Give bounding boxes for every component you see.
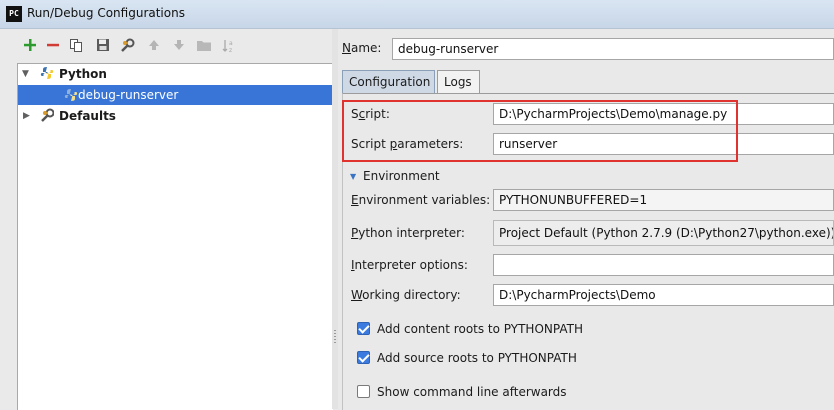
arrow-down-icon	[174, 40, 184, 50]
add-config-button[interactable]	[22, 38, 38, 54]
script-parameters-label: Script parameters:	[351, 137, 464, 151]
minus-icon	[47, 43, 59, 47]
svg-text:a: a	[229, 40, 233, 47]
interpreter-options-label: Interpreter options:	[351, 258, 468, 272]
window-title: Run/Debug Configurations	[27, 6, 185, 20]
script-parameters-field[interactable]: runserver	[493, 133, 834, 155]
collapsed-arrow-icon[interactable]: ▶	[23, 106, 30, 126]
tree-label-defaults: Defaults	[59, 109, 116, 123]
configuration-editor: Name: debug-runserver Configuration Logs…	[338, 29, 834, 410]
interpreter-options-field[interactable]	[493, 254, 834, 276]
arrow-up-icon	[149, 40, 159, 50]
script-path-field[interactable]: D:\PycharmProjects\Demo\manage.py	[493, 103, 834, 125]
folder-button[interactable]	[196, 38, 212, 54]
move-up-button[interactable]	[146, 38, 162, 54]
add-source-roots-label: Add source roots to PYTHONPATH	[377, 351, 577, 365]
name-field[interactable]: debug-runserver	[392, 38, 834, 60]
tree-item-python[interactable]: ▼ Python	[18, 64, 332, 84]
show-command-line-label: Show command line afterwards	[377, 385, 567, 399]
python-interpreter-select[interactable]: Project Default (Python 2.7.9 (D:\Python…	[493, 220, 834, 246]
add-content-roots-label: Add content roots to PYTHONPATH	[377, 322, 583, 336]
copy-config-button[interactable]	[68, 38, 84, 54]
show-command-line-checkbox[interactable]	[357, 385, 370, 398]
save-icon	[97, 39, 109, 51]
tree-label-debug-runserver: debug-runserver	[78, 88, 179, 102]
python-icon	[40, 67, 54, 79]
copy-icon	[70, 39, 82, 52]
wrench-icon	[41, 108, 54, 122]
plus-icon	[24, 39, 36, 51]
working-directory-label: Working directory:	[351, 288, 461, 302]
expanded-arrow-icon[interactable]: ▼	[22, 64, 29, 84]
python-run-config-icon	[64, 89, 78, 101]
tab-logs[interactable]: Logs	[437, 70, 480, 93]
sort-icon: az	[222, 40, 233, 54]
tab-configuration[interactable]: Configuration	[342, 70, 435, 93]
configurations-toolbar: az	[0, 29, 332, 63]
wrench-icon	[121, 38, 135, 52]
add-source-roots-checkbox[interactable]	[357, 351, 370, 364]
script-label: Script:	[351, 107, 390, 121]
sort-button[interactable]: az	[221, 38, 237, 54]
configurations-tree: ▼ Python debug-runserver ▶ Defaults	[17, 63, 333, 410]
environment-section-title: Environment	[363, 169, 440, 183]
edit-defaults-button[interactable]	[120, 38, 136, 54]
python-interpreter-label: Python interpreter:	[351, 226, 465, 240]
configurations-pane: az ▼ Python debug-runserver ▶ Defaults	[0, 29, 333, 410]
splitter-grip[interactable]	[334, 330, 336, 344]
tree-item-defaults[interactable]: ▶ Defaults	[18, 106, 332, 126]
name-label: Name:	[342, 41, 382, 55]
save-config-button[interactable]	[95, 38, 111, 54]
tree-item-debug-runserver[interactable]: debug-runserver	[18, 85, 332, 105]
environment-variables-label: Environment variables:	[351, 193, 491, 207]
folder-icon	[197, 41, 211, 51]
remove-config-button[interactable]	[45, 38, 61, 54]
pycharm-app-icon: PC	[6, 6, 22, 22]
move-down-button[interactable]	[171, 38, 187, 54]
environment-collapse-icon[interactable]: ▼	[350, 172, 356, 181]
working-directory-field[interactable]: D:\PycharmProjects\Demo	[493, 284, 834, 306]
svg-text:z: z	[229, 47, 232, 54]
environment-variables-field[interactable]: PYTHONUNBUFFERED=1	[493, 189, 834, 211]
add-content-roots-checkbox[interactable]	[357, 322, 370, 335]
tree-label-python: Python	[59, 67, 107, 81]
title-bar: PC Run/Debug Configurations	[0, 0, 834, 29]
